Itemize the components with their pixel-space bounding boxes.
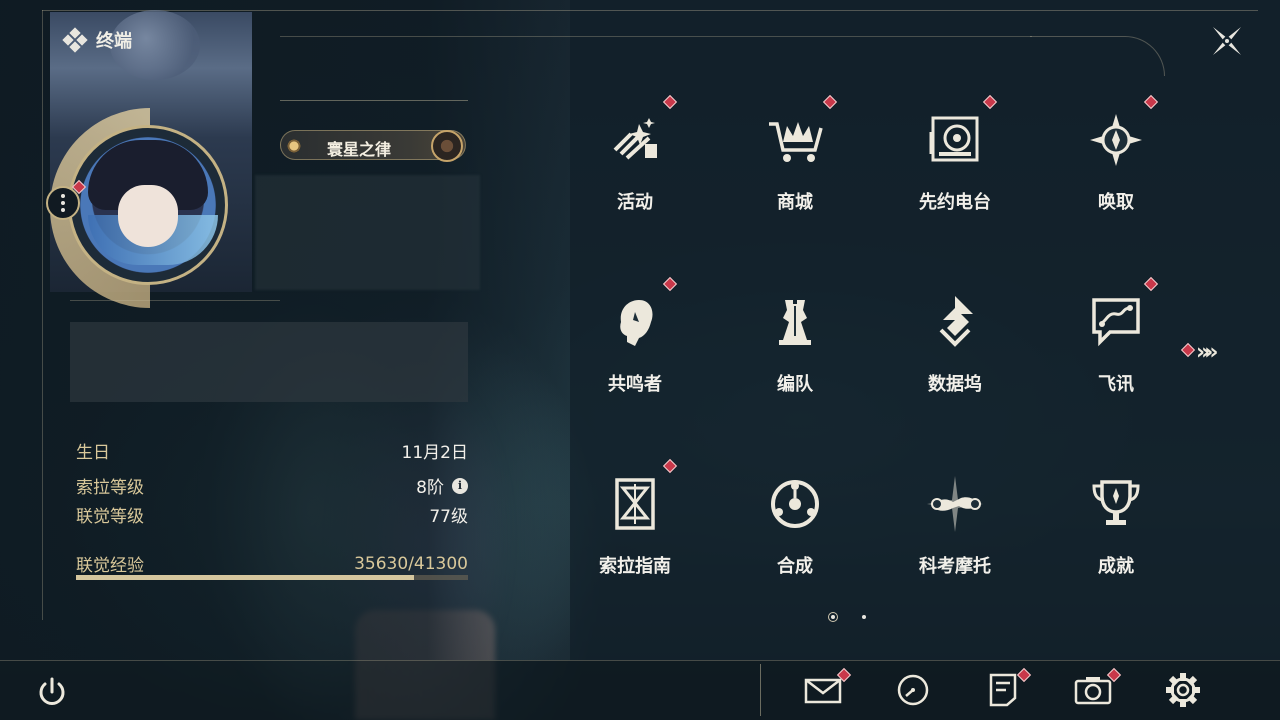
stat-label: 联觉等级	[76, 507, 144, 527]
frame-line-top	[42, 10, 1258, 11]
menu-item[interactable]: 共鸣者	[565, 272, 705, 422]
title-badge[interactable]: 寰星之律	[280, 130, 466, 162]
mail-icon[interactable]	[803, 672, 843, 708]
stat-label: 联觉经验	[76, 556, 144, 576]
convene-compass-icon	[1086, 110, 1146, 170]
activity-icon	[605, 110, 665, 170]
menu-item[interactable]: 活动	[565, 90, 705, 240]
bottom-divider	[760, 664, 761, 716]
menu-item-label: 活动	[617, 192, 653, 213]
page-dot-active[interactable]	[828, 612, 838, 622]
stat-value: 11月2日	[401, 443, 468, 463]
menu-item[interactable]: 唤取	[1046, 90, 1186, 240]
title-badge-text: 寰星之律	[327, 140, 392, 159]
stat-value-wrap: 8阶 i	[416, 473, 468, 498]
menu-item[interactable]: 科考摩托	[885, 454, 1025, 604]
motorbike-icon	[925, 474, 985, 534]
frame-line-inner	[280, 36, 1032, 37]
frame-arc	[1030, 36, 1165, 76]
stat-union-exp: 联觉经验 35630/41300	[76, 551, 468, 577]
menu-item-label: 唤取	[1098, 192, 1134, 213]
menu-item-label: 成就	[1098, 556, 1134, 577]
title-ring-icon	[431, 130, 463, 162]
menu-item[interactable]: 数据坞	[885, 272, 1025, 422]
stat-birthday: 生日 11月2日	[76, 438, 468, 463]
menu-item-label: 索拉指南	[599, 556, 671, 577]
profile-more-button[interactable]	[46, 186, 80, 220]
settings-gear-icon[interactable]	[1163, 672, 1203, 708]
profile-divider	[70, 300, 280, 301]
stat-label: 生日	[76, 443, 110, 463]
menu-item-label: 商城	[777, 192, 813, 213]
terminal-diamond-icon	[62, 27, 88, 53]
notes-icon[interactable]	[983, 672, 1023, 708]
frame-line-left	[42, 10, 43, 620]
menu-item-label: 合成	[777, 556, 813, 577]
menu-item[interactable]: 编队	[725, 272, 865, 422]
trophy-icon	[1086, 474, 1146, 534]
power-icon[interactable]	[34, 674, 70, 710]
stat-union-level: 联觉等级 77级	[76, 502, 468, 527]
resonator-head-icon	[605, 292, 665, 352]
red-dot-icon	[1143, 276, 1159, 292]
red-dot-icon	[662, 458, 678, 474]
chess-team-icon	[765, 292, 825, 352]
close-icon[interactable]	[1208, 22, 1246, 60]
info-icon[interactable]: i	[452, 477, 468, 494]
message-chat-icon	[1086, 292, 1146, 352]
experience-progress-bar	[76, 575, 468, 580]
menu-item[interactable]: 飞讯	[1046, 272, 1186, 422]
menu-item[interactable]: 合成	[725, 454, 865, 604]
camera-icon[interactable]	[1073, 672, 1113, 708]
title-divider	[280, 100, 468, 101]
menu-item-label: 共鸣者	[608, 374, 662, 395]
red-dot-icon	[982, 94, 998, 110]
synthesis-orb-icon	[765, 474, 825, 534]
experience-progress-fill	[76, 575, 415, 580]
sun-emblem-icon	[285, 137, 303, 155]
redacted-signature-block	[70, 322, 468, 402]
guide-book-icon	[605, 474, 665, 534]
page-title-text: 终端	[96, 31, 132, 52]
stat-sol-rank: 索拉等级 8阶 i	[76, 473, 468, 498]
page-indicator	[828, 612, 866, 622]
red-dot-icon	[822, 94, 838, 110]
page-title: 终端	[62, 27, 132, 53]
red-dot-icon	[662, 94, 678, 110]
menu-item[interactable]: 索拉指南	[565, 454, 705, 604]
data-bank-icon	[925, 292, 985, 352]
clock-icon[interactable]	[893, 672, 933, 708]
stat-label: 索拉等级	[76, 478, 144, 498]
avatar-face	[118, 185, 178, 247]
page-dot[interactable]	[862, 615, 866, 619]
menu-item-label: 数据坞	[928, 374, 982, 395]
redacted-info-block	[255, 175, 480, 290]
menu-item-label: 编队	[777, 374, 813, 395]
stat-value: 77级	[429, 507, 468, 527]
menu-item[interactable]: 成就	[1046, 454, 1186, 604]
radio-icon	[925, 110, 985, 170]
shop-cart-icon	[765, 110, 825, 170]
menu-item-label: 先约电台	[919, 192, 991, 213]
red-dot-icon	[1143, 94, 1159, 110]
red-dot-icon	[662, 276, 678, 292]
menu-item[interactable]: 先约电台	[885, 90, 1025, 240]
menu-item[interactable]: 商城	[725, 90, 865, 240]
next-page-chevron-icon[interactable]: »»	[1196, 340, 1219, 365]
menu-item-label: 科考摩托	[919, 556, 991, 577]
menu-item-label: 飞讯	[1098, 374, 1134, 395]
stat-value: 8阶	[416, 478, 444, 498]
stat-value: 35630/41300	[354, 553, 468, 574]
